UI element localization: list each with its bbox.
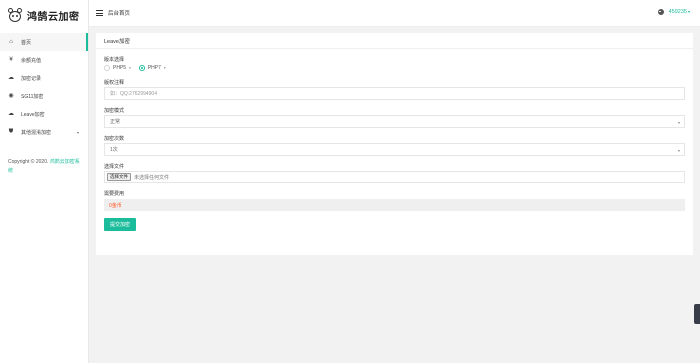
encrypt-form-card: Leave加密 版本选择 PHP5 ▾ PHP7 ▾ 版权注释 如：QQ:276… <box>96 33 693 255</box>
sidebar-item-label: 其他混淆加密 <box>21 129 52 136</box>
mode-select[interactable]: 正常 ▾ <box>104 115 685 128</box>
chevron-down-icon: ▾ <box>687 9 690 14</box>
shield-icon: ⛊ <box>8 129 14 135</box>
radio-circle <box>104 64 110 71</box>
cloud-upload-icon: ☁ <box>8 111 14 117</box>
sidebar-item-label: Leave加密 <box>21 111 45 118</box>
radio-label: PHP7 <box>147 64 161 71</box>
version-radio-group: PHP5 ▾ PHP7 ▾ <box>104 63 685 72</box>
cost-value: 0金币 <box>109 202 122 209</box>
username: 459235 <box>668 9 687 15</box>
chevron-down-icon: ▾ <box>163 65 166 70</box>
radio-php7[interactable]: PHP7 ▾ <box>138 64 166 71</box>
mode-label: 加密模式 <box>104 108 125 114</box>
user-menu[interactable]: 459235▾ <box>669 9 690 15</box>
times-select[interactable]: 1次 ▾ <box>104 143 685 156</box>
sidebar-item-other[interactable]: ⛊ 其他混淆加密 ▾ <box>0 123 88 141</box>
file-input: 选择文件 未选择任何文件 <box>104 171 685 183</box>
comment-placeholder: 如：QQ:2762994904 <box>110 91 157 97</box>
sidebar-item-label: 首页 <box>21 39 32 46</box>
copyright-text: Copyright © 2020. <box>8 159 49 165</box>
cloud-icon: ☁ <box>8 75 14 81</box>
chevron-down-icon: ▾ <box>677 147 680 153</box>
cost-display: 0金币 <box>104 199 685 211</box>
mode-value: 正常 <box>110 119 121 125</box>
sidebar-item-records[interactable]: ☁ 加密记录 <box>0 69 88 87</box>
file-status: 未选择任何文件 <box>134 174 170 181</box>
sidebar-item-leave[interactable]: ☁ Leave加密 <box>0 105 88 123</box>
sidebar-item-label: SG11加密 <box>21 93 44 100</box>
file-label: 选择文件 <box>104 164 125 170</box>
times-label: 加密次数 <box>104 136 125 142</box>
sidebar-item-recharge[interactable]: ¥ 余额充值 <box>0 51 88 69</box>
comment-input[interactable]: 如：QQ:2762994904 <box>104 87 685 100</box>
yen-icon: ¥ <box>9 57 13 63</box>
theme-palette-icon[interactable] <box>657 9 664 15</box>
sidebar-item-sg11[interactable]: ◉ SG11加密 <box>0 87 88 105</box>
chevron-down-icon: ▾ <box>677 119 680 125</box>
copyright: Copyright © 2020. 鸿鹄云加密系统 <box>8 158 84 176</box>
chevron-down-icon: ▾ <box>129 65 131 70</box>
chevron-down-icon: ▾ <box>76 129 79 135</box>
comment-label: 版权注释 <box>104 80 125 86</box>
radio-circle <box>138 64 145 71</box>
top-header: 后台首页 459235▾ <box>89 0 700 27</box>
side-tab-handle[interactable] <box>694 304 700 324</box>
radio-php5[interactable]: PHP5 ▾ <box>104 64 131 71</box>
radio-label: PHP5 <box>113 64 127 71</box>
sidebar-item-home[interactable]: ⌂ 首页 <box>0 33 88 51</box>
times-value: 1次 <box>110 147 118 153</box>
cost-label: 需要费用 <box>104 191 125 197</box>
submit-encrypt-button[interactable]: 提交加密 <box>104 218 136 231</box>
sidebar-menu: ⌂ 首页 ¥ 余额充值 ☁ 加密记录 ◉ SG11加密 ☁ Leave加密 ⛊ … <box>0 33 88 141</box>
menu-toggle-icon[interactable] <box>96 10 103 16</box>
page-title: 后台首页 <box>108 11 131 17</box>
sidebar: 鸿鹄云加密 ⌂ 首页 ¥ 余额充值 ☁ 加密记录 ◉ SG11加密 ☁ Leav… <box>0 0 89 363</box>
bear-logo-icon <box>7 7 23 23</box>
brand-name: 鸿鹄云加密 <box>27 11 80 23</box>
card-title: Leave加密 <box>96 33 693 49</box>
choose-file-button[interactable]: 选择文件 <box>107 173 131 181</box>
header-right: 459235▾ <box>657 9 690 15</box>
eye-icon: ◉ <box>8 93 14 99</box>
home-icon: ⌂ <box>9 39 13 45</box>
sidebar-item-label: 加密记录 <box>21 75 42 82</box>
logo[interactable]: 鸿鹄云加密 <box>0 0 88 30</box>
sidebar-item-label: 余额充值 <box>21 57 42 64</box>
version-label: 版本选择 <box>104 57 125 63</box>
